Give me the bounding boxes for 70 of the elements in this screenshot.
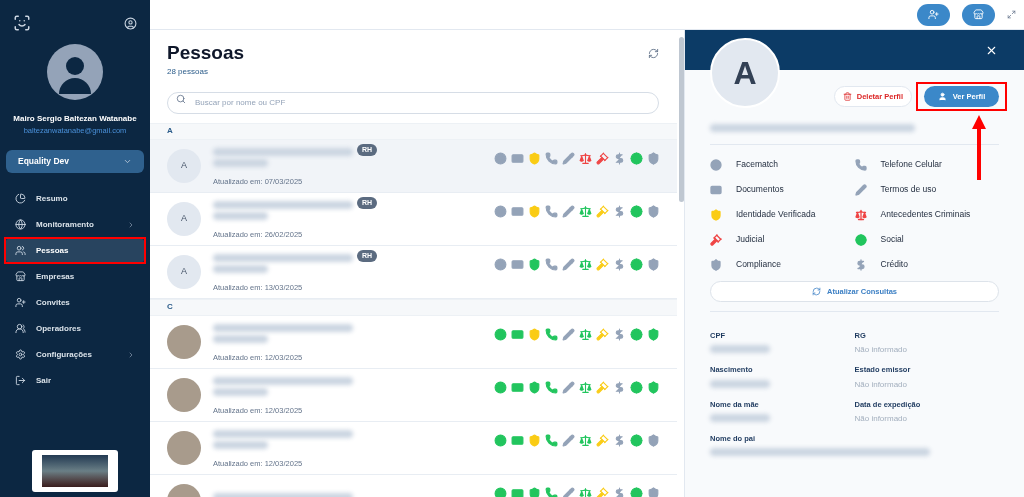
- pie-chart-icon: [15, 193, 26, 205]
- redacted-text: [213, 387, 268, 396]
- add-user-icon: [928, 9, 939, 20]
- settings-icon: [15, 349, 26, 361]
- add-company-button[interactable]: [962, 3, 995, 26]
- check-label: Judicial: [736, 233, 765, 246]
- people-count: 28 pessoas: [167, 66, 209, 78]
- face-scan-logo-icon: [13, 14, 31, 32]
- section-header: A: [150, 122, 677, 140]
- close-icon[interactable]: [985, 44, 998, 57]
- field-value: Não informado: [854, 345, 908, 356]
- check-label: Termos de uso: [880, 183, 937, 196]
- nav-item[interactable]: Resumo: [6, 187, 144, 211]
- avatar: A: [167, 148, 201, 183]
- nav-item[interactable]: Monitoramento: [6, 213, 144, 237]
- logout-icon: [15, 375, 26, 387]
- refresh-icon: [812, 287, 821, 296]
- people-icon: [15, 245, 26, 257]
- photo-placeholder: [167, 324, 201, 359]
- redacted-text: [213, 440, 268, 449]
- check-label: Identidade Verificada: [736, 208, 816, 221]
- nav-item[interactable]: Empresas: [6, 265, 144, 289]
- workspace-dropdown[interactable]: Equality Dev: [6, 150, 144, 174]
- chevron-right-icon: [127, 350, 135, 359]
- trash-icon: [842, 92, 852, 101]
- search-icon: [176, 94, 186, 104]
- user-icon: [937, 92, 947, 101]
- chevron-right-icon: [127, 220, 135, 229]
- field-value: Não informado: [854, 379, 908, 390]
- nav-item[interactable]: Configurações: [6, 343, 144, 367]
- store-icon: [15, 271, 26, 283]
- photo-placeholder: [167, 430, 201, 465]
- redacted-text: [213, 264, 268, 273]
- search-field[interactable]: Buscar por nome ou CPF: [167, 91, 659, 114]
- user-icon[interactable]: [124, 16, 137, 30]
- photo-placeholder: [42, 455, 108, 487]
- check-label: Facematch: [736, 158, 779, 171]
- check-label: Telefone Celular: [880, 158, 942, 171]
- add-user-icon: [15, 297, 26, 309]
- avatar: A: [167, 201, 201, 236]
- check-label: Social: [880, 233, 904, 246]
- profile-avatar: A: [710, 38, 780, 108]
- fullscreen-icon[interactable]: [1007, 10, 1016, 19]
- invite-user-button[interactable]: [917, 3, 950, 26]
- avatar-silhouette: [47, 44, 103, 100]
- redacted-text: [213, 158, 268, 167]
- check-label: Documentos: [736, 183, 784, 196]
- avatar: A: [167, 254, 201, 289]
- page-title: Pessoas: [167, 42, 245, 64]
- redacted-text: [710, 345, 770, 354]
- store-icon: [973, 9, 984, 20]
- redacted-text: [710, 379, 770, 388]
- user-name: Mairo Sergio Baltezan Watanabe: [12, 113, 138, 125]
- scrollbar[interactable]: [679, 37, 684, 202]
- redacted-text: [710, 413, 770, 422]
- check-label: Antecedentes Criminais: [880, 208, 971, 221]
- nav-item[interactable]: Pessoas: [6, 239, 144, 263]
- photo-placeholder: [167, 377, 201, 412]
- redacted-text: [213, 211, 268, 220]
- redacted-text: [213, 334, 268, 343]
- globe-icon: [15, 219, 26, 231]
- nav-item[interactable]: Sair: [6, 369, 144, 393]
- users-icon: [15, 323, 26, 335]
- refresh-icon[interactable]: [648, 48, 659, 59]
- annotation-arrow: [972, 115, 986, 180]
- field-value: Não informado: [854, 413, 908, 424]
- check-label: Crédito: [880, 258, 908, 271]
- nav-item[interactable]: Convites: [6, 291, 144, 315]
- check-label: Compliance: [736, 258, 781, 271]
- nav-item[interactable]: Operadores: [6, 317, 144, 341]
